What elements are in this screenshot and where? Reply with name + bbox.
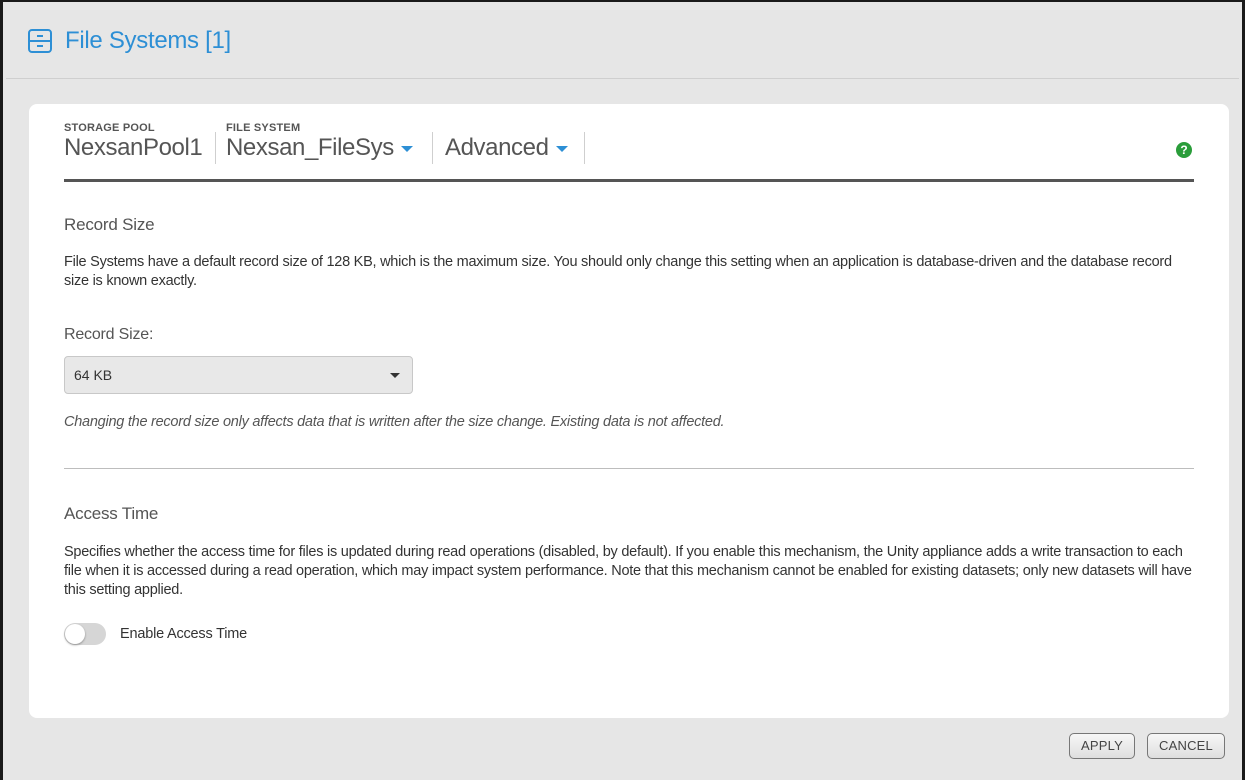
file-cabinet-icon	[27, 28, 53, 54]
file-system-value: Nexsan_FileSys	[226, 134, 394, 161]
breadcrumb-separator	[584, 132, 585, 164]
storage-pool-caption: STORAGE POOL	[64, 122, 155, 134]
record-size-selected: 64 KB	[74, 367, 113, 383]
app-frame: File Systems [1] STORAGE POOL NexsanPool…	[0, 0, 1245, 780]
breadcrumb: STORAGE POOL NexsanPool1 FILE SYSTEM Nex…	[64, 122, 1194, 182]
enable-access-time-toggle[interactable]	[64, 623, 106, 645]
record-size-description: File Systems have a default record size …	[64, 254, 1172, 289]
apply-button[interactable]: APPLY	[1069, 733, 1135, 759]
chevron-down-icon	[555, 145, 568, 152]
toggle-knob	[65, 624, 85, 644]
storage-pool-value: NexsanPool1	[64, 134, 203, 161]
access-time-toggle-row: Enable Access Time	[64, 623, 247, 645]
record-size-label: Record Size:	[64, 326, 154, 343]
access-time-description: Specifies whether the access time for fi…	[64, 544, 1192, 598]
page-header: File Systems [1]	[6, 4, 1239, 79]
enable-access-time-label: Enable Access Time	[120, 626, 247, 642]
record-size-heading: Record Size	[64, 215, 155, 234]
caret-down-icon	[390, 373, 400, 378]
record-size-note: Changing the record size only affects da…	[64, 414, 725, 430]
page-title: File Systems [1]	[65, 27, 231, 54]
record-size-select[interactable]: 64 KB	[64, 356, 413, 394]
advanced-dropdown[interactable]: Advanced	[445, 134, 568, 162]
help-icon[interactable]: ?	[1176, 142, 1192, 158]
breadcrumb-separator	[215, 132, 216, 164]
breadcrumb-storage-pool: STORAGE POOL NexsanPool1	[64, 122, 203, 162]
settings-panel: STORAGE POOL NexsanPool1 FILE SYSTEM Nex…	[29, 104, 1229, 718]
advanced-value: Advanced	[445, 134, 549, 161]
access-time-heading: Access Time	[64, 504, 159, 523]
breadcrumb-advanced[interactable]: Advanced	[445, 134, 568, 162]
file-system-dropdown[interactable]: Nexsan_FileSys	[226, 134, 413, 162]
breadcrumb-separator	[432, 132, 433, 164]
cancel-button[interactable]: CANCEL	[1147, 733, 1225, 759]
file-system-caption: FILE SYSTEM	[226, 122, 301, 134]
chevron-down-icon	[400, 145, 413, 152]
section-divider	[64, 468, 1194, 469]
breadcrumb-file-system[interactable]: FILE SYSTEM Nexsan_FileSys	[226, 122, 413, 162]
